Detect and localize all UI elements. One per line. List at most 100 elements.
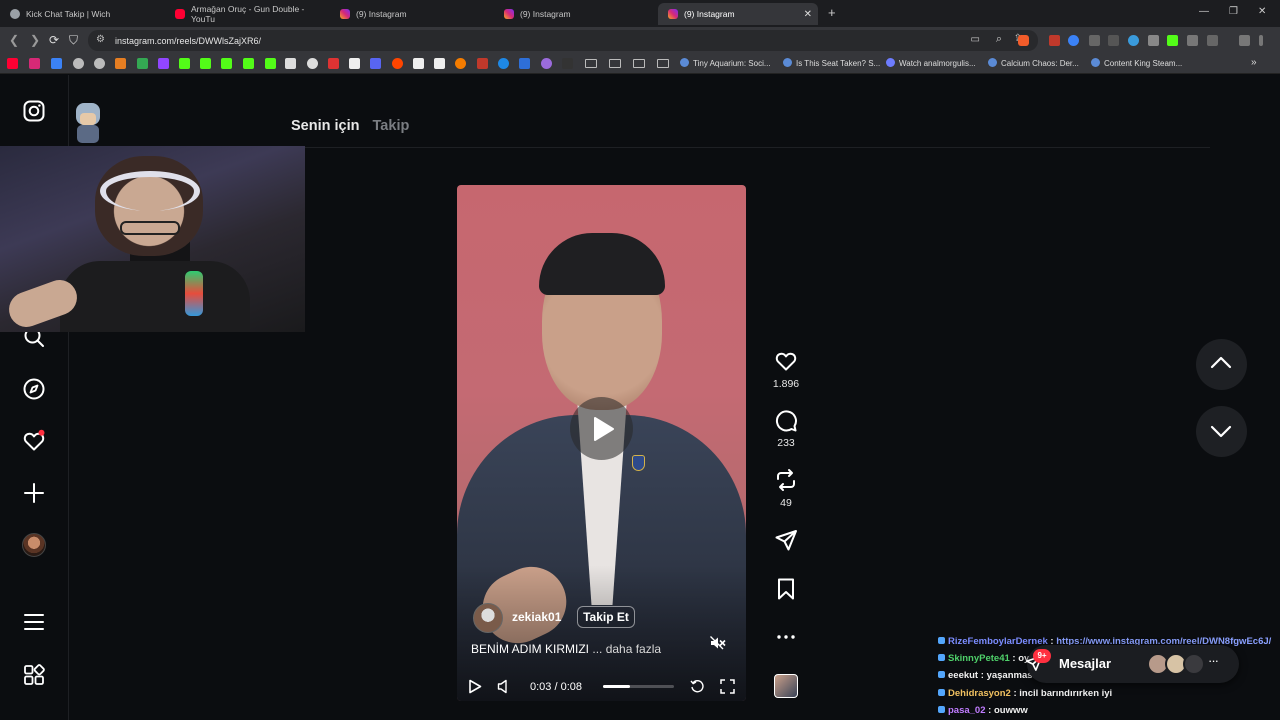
back-button[interactable]: ❮ [9,33,19,47]
muted-audio-icon[interactable] [710,636,726,650]
like-heart-icon[interactable] [774,349,798,373]
more-bookmarks-icon[interactable]: » [1251,57,1257,68]
close-tab-icon[interactable]: ✕ [804,9,812,20]
bookmark-icon[interactable] [413,58,424,69]
bookmark-drive-icon[interactable] [137,58,148,69]
bookmark-x-icon[interactable] [349,58,360,69]
tab-following[interactable]: Takip [373,118,410,134]
bookmark-instagram-icon[interactable] [29,58,40,69]
bookmark-icon[interactable] [498,58,509,69]
menu-icon[interactable] [1259,35,1263,46]
bookmark-icon[interactable] [455,58,466,69]
also-from-meta-icon[interactable] [22,663,46,687]
repost-icon[interactable] [774,468,798,492]
reel-username[interactable]: zekiak01 [512,610,561,624]
bookmark-kick-icon[interactable] [200,58,211,69]
cast-icon[interactable]: ▭ [971,34,980,45]
bookmark-youtube-icon[interactable] [7,58,18,69]
instagram-logo-icon[interactable] [22,99,46,123]
seek-bar[interactable] [603,685,674,688]
extension-icon[interactable] [1148,35,1159,46]
bookmark-mal-icon[interactable] [519,58,530,69]
site-info-icon[interactable]: ⚙ [96,34,105,45]
more-options-icon[interactable] [774,625,798,649]
comment-icon[interactable] [774,409,798,433]
bookmark-icon[interactable] [328,58,339,69]
media-icon[interactable] [1239,35,1250,46]
volume-icon[interactable] [497,679,511,694]
extension-icon[interactable] [1049,35,1060,46]
browser-tab[interactable]: (9) Instagram [494,3,659,25]
audio-track-thumbnail[interactable] [774,674,798,698]
bookmark-twitch-icon[interactable] [158,58,169,69]
browser-tab[interactable]: (9) Instagram [330,3,495,25]
chat-username[interactable]: Dehidrasyon2 [948,688,1011,699]
bookmark-icon[interactable] [94,58,105,69]
bookmark-icon[interactable] [307,58,318,69]
bookmark-folder-icon[interactable] [585,59,597,68]
bookmark-discord-icon[interactable] [370,58,381,69]
bookmark-icon[interactable] [541,58,552,69]
bookmark-folder-icon[interactable] [633,59,645,68]
close-window-button[interactable]: ✕ [1258,6,1266,17]
bookmark-icon[interactable] [265,58,276,69]
previous-reel-button[interactable] [1196,339,1247,390]
zoom-icon[interactable]: ⌕ [996,33,1002,46]
bookmark-icon[interactable] [562,58,573,69]
extension-icon[interactable] [1128,35,1139,46]
fullscreen-icon[interactable] [720,679,735,694]
bookmark-amazon-icon[interactable] [434,58,445,69]
new-tab-button[interactable]: + [828,5,836,20]
chat-username[interactable]: SkinnyPete41 [948,653,1010,664]
more-menu-icon[interactable] [22,610,46,634]
bookmark-kick-icon[interactable] [221,58,232,69]
tab-for-you[interactable]: Senin için [291,118,360,134]
chat-username[interactable]: eeekut [948,670,978,681]
next-reel-button[interactable] [1196,406,1247,457]
sidebar-toggle-icon[interactable] [1207,35,1218,46]
chat-username[interactable]: pasa_02 [948,705,986,716]
bookmark-icon[interactable]: ⛉ [69,33,78,48]
bookmark-icon[interactable] [477,58,488,69]
bookmark-link[interactable]: Is This Seat Taken? S... [783,58,880,68]
bookmark-link[interactable]: Tiny Aquarium: Soci... [680,58,771,68]
browser-tab[interactable]: Kick Chat Takip | Wich [0,3,165,25]
bookmark-folder-icon[interactable] [657,59,669,68]
notifications-heart-icon[interactable] [22,429,46,453]
bookmark-icon[interactable] [285,58,296,69]
play-control-icon[interactable] [468,679,482,694]
puzzle-icon[interactable] [1187,35,1198,46]
save-bookmark-icon[interactable] [774,577,798,601]
minimize-button[interactable]: — [1199,6,1209,17]
reload-button[interactable]: ⟳ [49,33,59,47]
url-field[interactable]: ⚙ instagram.com/reels/DWWlsZajXR6/ ▭ ⌕ ⇪ [88,30,1038,51]
bookmark-link[interactable]: Watch analmorgulis... [886,58,976,68]
messages-more-icon[interactable]: ··· [1208,653,1219,668]
bookmark-link[interactable]: Calcium Chaos: Der... [988,58,1079,68]
bookmark-link[interactable]: Content King Steam... [1091,58,1182,68]
bookmark-kick-icon[interactable] [243,58,254,69]
restore-button[interactable]: ❐ [1229,6,1238,17]
share-send-icon[interactable] [774,528,798,552]
brave-shield-icon[interactable] [1018,35,1029,46]
rewind-icon[interactable] [690,679,705,694]
browser-tab-active[interactable]: (9) Instagram ✕ [658,3,818,25]
bookmark-icon[interactable] [51,58,62,69]
play-button[interactable] [570,397,633,460]
profile-avatar[interactable] [22,533,46,557]
kick-extension-icon[interactable] [1167,35,1178,46]
messages-button[interactable]: 9+ Mesajlar ··· [1026,645,1239,683]
forward-button[interactable]: ❯ [30,33,40,47]
bookmark-reddit-icon[interactable] [392,58,403,69]
create-plus-icon[interactable] [22,481,46,505]
bookmark-icon[interactable] [115,58,126,69]
reel-author-avatar[interactable] [473,603,503,633]
bookmark-kick-icon[interactable] [179,58,190,69]
extension-icon[interactable] [1108,35,1119,46]
follow-button[interactable]: Takip Et [577,606,635,628]
browser-tab[interactable]: Armağan Oruç - Gun Double - YouTu [165,3,330,25]
extension-icon[interactable] [1068,35,1079,46]
explore-compass-icon[interactable] [22,377,46,401]
caption-more-link[interactable]: ... daha fazla [592,642,661,656]
extension-icon[interactable] [1089,35,1100,46]
